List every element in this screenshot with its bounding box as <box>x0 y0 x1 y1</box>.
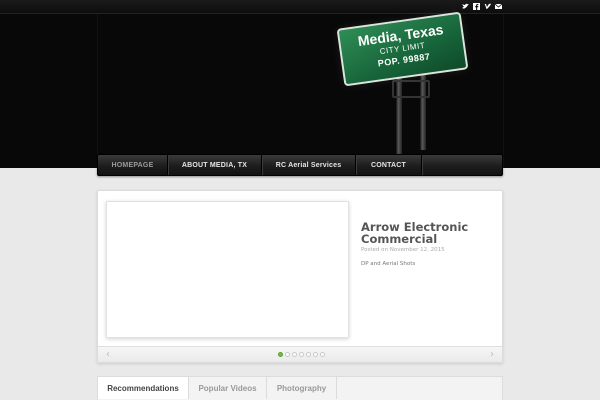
header-divider <box>503 14 504 168</box>
slider-dot[interactable] <box>278 352 283 357</box>
top-bar <box>0 0 600 14</box>
social-links <box>462 3 503 10</box>
featured-slider: Arrow Electronic Commercial Posted on No… <box>97 190 503 363</box>
slider-dot[interactable] <box>306 352 311 357</box>
site-header: Media, Texas CITY LIMIT POP. 99887 <box>0 0 600 168</box>
city-limit-sign: Media, Texas CITY LIMIT POP. 99887 <box>336 11 470 168</box>
nav-item-rc-aerial[interactable]: RC Aerial Services <box>262 155 356 175</box>
prev-arrow-icon[interactable]: ‹ <box>106 349 110 360</box>
nav-item-homepage[interactable]: HOMEPAGE <box>98 155 168 175</box>
slider-dot[interactable] <box>320 352 325 357</box>
slider-pagination <box>278 352 325 357</box>
vimeo-icon[interactable] <box>484 3 491 10</box>
nav-item-about[interactable]: ABOUT MEDIA, TX <box>168 155 262 175</box>
slider-dot[interactable] <box>285 352 290 357</box>
sign-bracket <box>392 80 430 98</box>
email-icon[interactable] <box>494 3 503 10</box>
slider-dot[interactable] <box>299 352 304 357</box>
slider-controls: ‹ › <box>98 346 502 362</box>
content-tabs: Recommendations Popular Videos Photograp… <box>97 376 503 400</box>
slider-dot[interactable] <box>292 352 297 357</box>
tab-popular-videos[interactable]: Popular Videos <box>189 377 267 399</box>
slider-dot[interactable] <box>313 352 318 357</box>
slide-description: DP and Aerial Shots <box>361 261 416 267</box>
header-divider <box>97 14 98 168</box>
main-nav: HOMEPAGE ABOUT MEDIA, TX RC Aerial Servi… <box>97 154 503 176</box>
slide-title[interactable]: Arrow Electronic Commercial <box>361 221 496 245</box>
tab-photography[interactable]: Photography <box>267 377 337 399</box>
tab-recommendations[interactable]: Recommendations <box>98 377 189 399</box>
twitter-icon[interactable] <box>462 3 469 10</box>
slide-date: Posted on November 12, 2015 <box>361 247 445 253</box>
facebook-icon[interactable] <box>473 3 480 10</box>
sign-panel: Media, Texas CITY LIMIT POP. 99887 <box>336 11 469 87</box>
nav-item-contact[interactable]: CONTACT <box>356 155 422 175</box>
next-arrow-icon[interactable]: › <box>490 349 494 360</box>
video-player[interactable] <box>106 201 349 338</box>
